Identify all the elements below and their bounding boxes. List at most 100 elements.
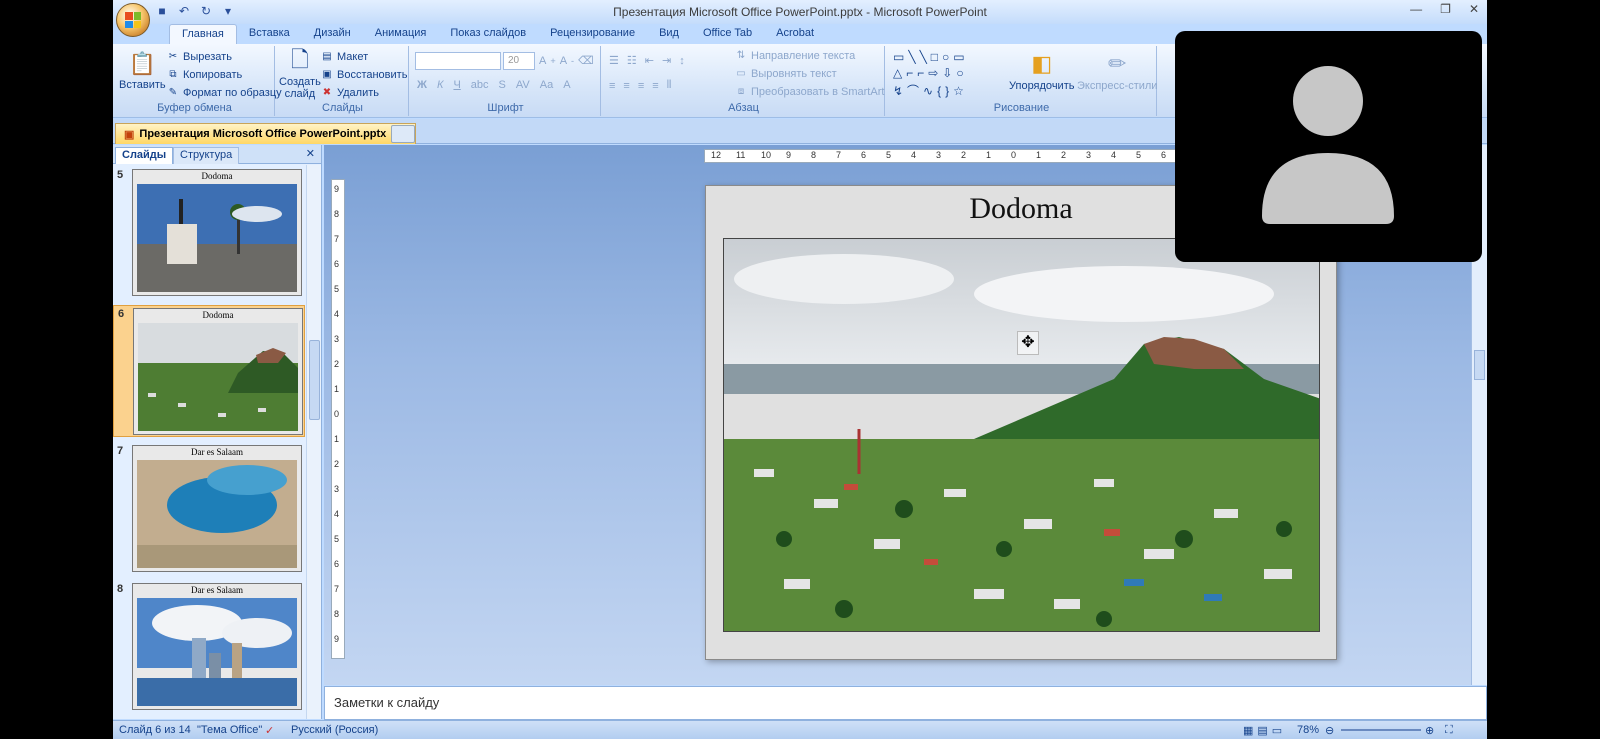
status-bar: Слайд 6 из 14 "Тема Office" ✓ Русский (Р… (113, 720, 1487, 739)
shapes-gallery[interactable]: ▭╲╲□○▭ △⌐⌐⇨⇩○ ↯⌒∿{}☆ (893, 50, 969, 99)
panel-close-icon[interactable]: ✕ (306, 147, 315, 160)
bullets-icon: ☰ (609, 55, 619, 67)
ruler-tick: 8 (811, 150, 817, 160)
shapes-row3-icon: ↯⌒∿{}☆ (893, 84, 968, 98)
panel-scrollbar[interactable] (306, 165, 321, 719)
slide-thumbnail[interactable]: 6 Dodoma (113, 305, 305, 437)
delete-icon: ✖ (322, 87, 332, 98)
document-tab[interactable]: ▣ Презентация Microsoft Office PowerPoin… (115, 123, 416, 144)
quick-styles-button[interactable]: ✏ Экспресс-стили (1077, 50, 1157, 92)
new-slide-icon: 🗋 (291, 47, 309, 72)
fit-window-icon[interactable]: ⛶ (1445, 724, 1453, 737)
justify-icon: ≡ (652, 79, 659, 92)
ruler-tick: 2 (334, 459, 340, 469)
align-text-button[interactable]: ▭ Выровнять текст (735, 68, 836, 80)
maximize-icon[interactable]: ❐ (1440, 2, 1451, 16)
ribbon-tab[interactable]: Дизайн (302, 24, 363, 44)
ruler-tick: 4 (1111, 150, 1117, 160)
ruler-tick: 8 (334, 609, 340, 619)
shapes-row1-icon: ▭╲╲□○▭ (893, 50, 969, 64)
ruler-tick: 6 (334, 259, 340, 269)
slide-thumbnail[interactable]: 7 Dar es Salaam (113, 443, 305, 575)
list-buttons[interactable]: ☰ ☷ ⇤ ⇥ ↕ (609, 54, 685, 68)
font-style-buttons[interactable]: Ж К Чabc S AV Aa A (417, 79, 571, 91)
font-grow-button[interactable]: A + A- ⌫ (539, 54, 594, 68)
tab-outline[interactable]: Структура (173, 147, 240, 164)
ruler-tick: 6 (1161, 150, 1167, 160)
ruler-tick: 5 (886, 150, 892, 160)
theme-name[interactable]: "Тема Office" (197, 724, 262, 736)
format-painter-button[interactable]: ✎ Формат по образцу (167, 87, 282, 99)
font-name-field[interactable] (415, 52, 501, 70)
paste-button[interactable]: 📋 Вставить (119, 50, 166, 91)
zoom-slider[interactable] (1341, 729, 1421, 731)
align-buttons[interactable]: ≡ ≡ ≡ ≡ ⫴ (609, 79, 671, 92)
layout-button[interactable]: ▤ Макет (321, 51, 368, 63)
office-button[interactable] (116, 3, 150, 37)
ribbon-tab[interactable]: Вставка (237, 24, 302, 44)
font-size-field[interactable]: 20 (503, 52, 535, 70)
thumbnail-preview: Dodoma (132, 169, 302, 296)
zoom-in-icon[interactable]: ⊕ (1425, 724, 1434, 737)
close-icon[interactable]: ✕ (1469, 2, 1479, 16)
slide-number: 7 (117, 445, 124, 457)
slide-thumbnail[interactable]: 5 Dodoma (113, 167, 305, 299)
spellcheck-icon[interactable]: ✓ (265, 724, 274, 737)
text-direction-button[interactable]: ⇅ Направление текста (735, 50, 855, 62)
zoom-level[interactable]: 78% (1297, 724, 1319, 736)
smartart-button[interactable]: ⧈ Преобразовать в SmartArt (735, 86, 885, 98)
ruler-tick: 10 (761, 150, 772, 160)
ribbon-tab[interactable]: Office Tab (691, 24, 764, 44)
notes-placeholder: Заметки к слайду (334, 695, 440, 710)
ruler-tick: 0 (1011, 150, 1017, 160)
arrange-button[interactable]: ◧ Упорядочить (1009, 50, 1074, 92)
paste-icon: 📋 (128, 51, 157, 76)
numbering-icon: ☷ (626, 55, 637, 67)
new-slide-button[interactable]: 🗋 Создать слайд (279, 47, 321, 100)
tab-slides[interactable]: Слайды (115, 147, 174, 164)
reset-button[interactable]: ▣ Восстановить (321, 69, 407, 81)
thumbnail-image (137, 598, 297, 706)
thumbnail-title: Dar es Salaam (191, 585, 243, 595)
ribbon-tab[interactable]: Анимация (363, 24, 439, 44)
scroll-thumb[interactable] (1474, 350, 1485, 380)
ribbon-tab[interactable]: Вид (647, 24, 691, 44)
slide-number: 6 (118, 308, 125, 320)
cut-button[interactable]: ✂ Вырезать (167, 51, 232, 63)
view-buttons[interactable]: ▦▤▭ (1243, 724, 1286, 737)
ruler-tick: 0 (334, 409, 340, 419)
quick-styles-icon: ✏ (1108, 51, 1127, 76)
align-center-icon: ≡ (623, 79, 630, 92)
ribbon-tab[interactable]: Рецензирование (538, 24, 647, 44)
brush-icon: ✎ (168, 87, 178, 98)
ruler-tick: 2 (1061, 150, 1067, 160)
ribbon-tab[interactable]: Главная (169, 24, 237, 44)
new-tab-button[interactable] (391, 125, 415, 143)
group-label: Рисование (993, 102, 1050, 114)
scroll-thumb[interactable] (309, 340, 320, 420)
ruler-tick: 2 (961, 150, 967, 160)
scissors-icon: ✂ (168, 51, 178, 62)
zoom-out-icon[interactable]: ⊖ (1325, 724, 1334, 737)
copy-button[interactable]: ⧉ Копировать (167, 69, 242, 81)
thumbnail-preview: Dar es Salaam (132, 445, 302, 572)
thumbnail-image (137, 184, 297, 292)
slide-thumbnail[interactable]: 8 Dar es Salaam (113, 581, 305, 713)
notes-pane[interactable]: Заметки к слайду (324, 686, 1487, 720)
ruler-tick: 5 (334, 284, 340, 294)
thumbnail-title: Dodoma (202, 310, 234, 320)
ribbon-tab[interactable]: Acrobat (764, 24, 826, 44)
slide-number: 5 (117, 169, 124, 181)
slide-photo[interactable] (723, 238, 1320, 632)
ruler-tick: 9 (334, 634, 340, 644)
thumbnail-title: Dar es Salaam (191, 447, 243, 457)
ruler-tick: 12 (711, 150, 722, 160)
language-status[interactable]: Русский (Россия) (291, 724, 378, 736)
ruler-tick: 1 (334, 384, 340, 394)
minimize-icon[interactable]: — (1410, 2, 1422, 16)
ribbon-tab[interactable]: Показ слайдов (438, 24, 538, 44)
ruler-tick: 6 (861, 150, 867, 160)
delete-slide-button[interactable]: ✖ Удалить (321, 87, 379, 99)
copy-icon: ⧉ (169, 69, 177, 80)
align-text-icon: ▭ (736, 68, 746, 79)
